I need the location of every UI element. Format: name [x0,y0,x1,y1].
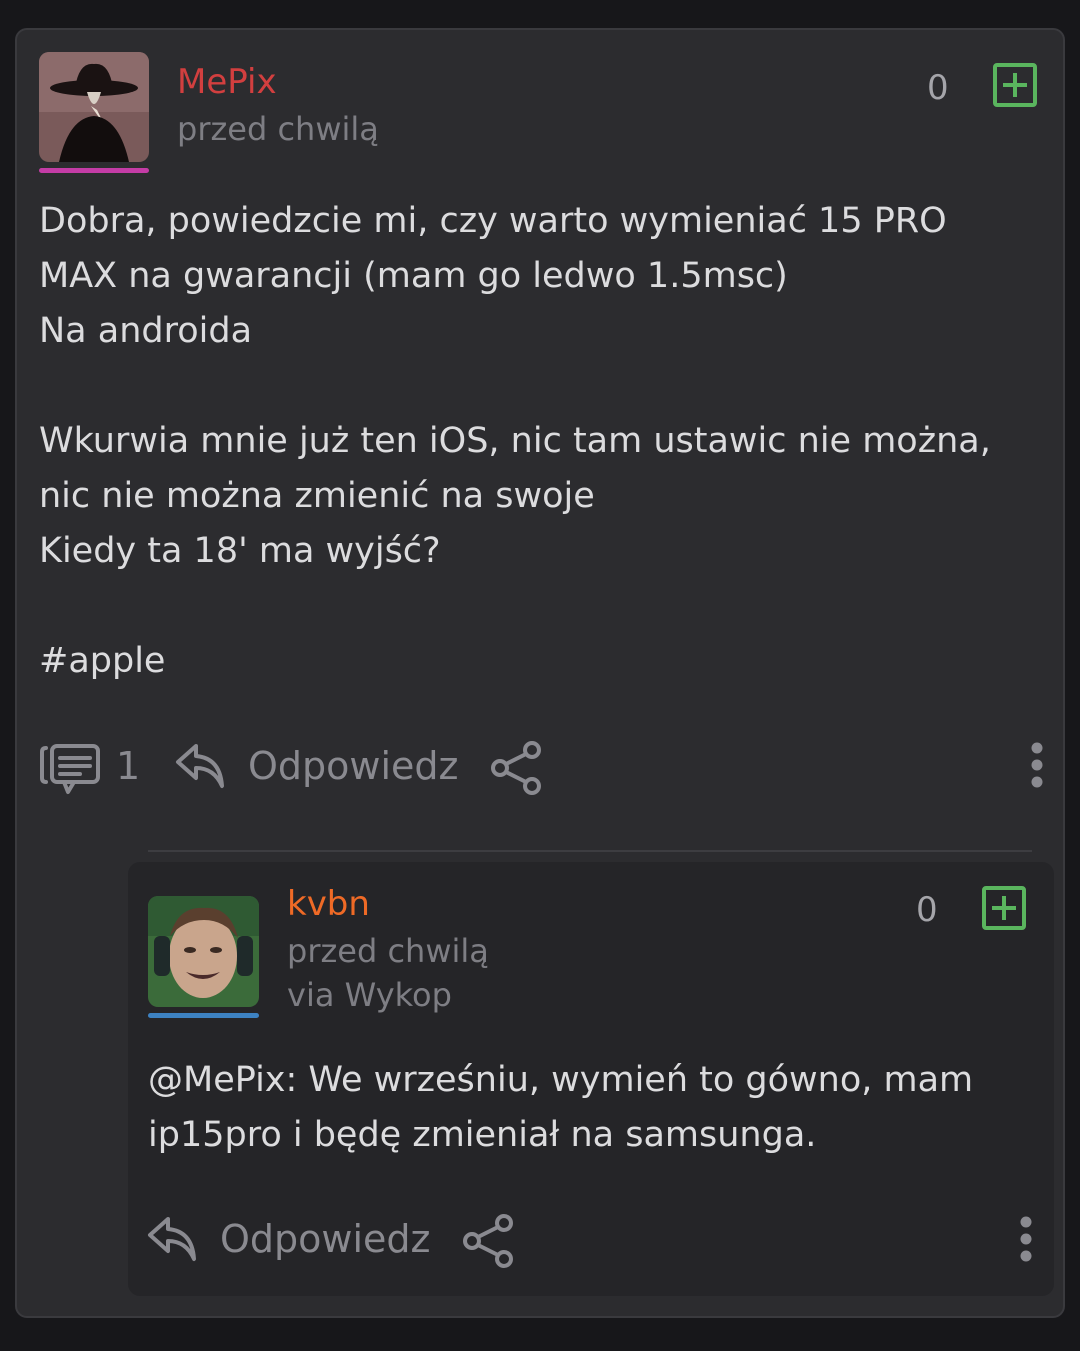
reply-author-name[interactable]: kvbn [287,884,370,924]
share-icon[interactable] [460,1213,518,1273]
reply-body-line: @MePix: We wrześniu, wymień to gówno, ma… [148,1060,974,1100]
post-body-line: nic nie można zmienić na swoje [39,476,595,516]
comment-count[interactable]: 1 [116,744,140,788]
comments-divider [148,850,1032,852]
post-body-line: Na androida [39,311,253,351]
reply-time: przed chwilą [287,932,489,970]
reply-button[interactable]: Odpowiedz [248,744,458,788]
reply-body: @MePix: We wrześniu, wymień to gówno, ma… [148,1053,973,1163]
reply-body-line: ip15pro i będę zmieniał na samsunga. [148,1115,817,1155]
post-score: 0 [927,68,949,108]
hashtag-apple-link[interactable]: #apple [39,634,991,689]
reply-avatar-underline [148,1013,259,1018]
reply-via: via Wykop [287,976,452,1014]
post-body-line: Wkurwia mnie już ten iOS, nic tam ustawi… [39,421,991,461]
reply-author-avatar[interactable] [148,896,259,1007]
comments-icon[interactable] [38,740,102,800]
post-body-line: MAX na gwarancji (mam go ledwo 1.5msc) [39,256,788,296]
reply-score: 0 [916,890,938,930]
reply-arrow-icon[interactable] [146,1213,200,1271]
reply-arrow-icon[interactable] [174,740,228,798]
post-body-line: Kiedy ta 18' ma wyjść? [39,531,441,571]
upvote-plus-button[interactable] [993,63,1037,107]
post-body-line: Dobra, powiedzcie mi, czy warto wymienia… [39,201,947,241]
share-icon[interactable] [488,740,546,800]
reply-upvote-plus-button[interactable] [982,886,1026,930]
author-name[interactable]: MePix [177,62,277,102]
more-vertical-icon[interactable] [1017,1216,1035,1266]
reply-reply-button[interactable]: Odpowiedz [220,1217,430,1261]
author-avatar[interactable] [39,52,149,162]
more-vertical-icon[interactable] [1028,742,1046,792]
author-avatar-underline [39,168,149,173]
post-body: Dobra, powiedzcie mi, czy warto wymienia… [39,194,991,689]
post-time: przed chwilą [177,110,379,148]
